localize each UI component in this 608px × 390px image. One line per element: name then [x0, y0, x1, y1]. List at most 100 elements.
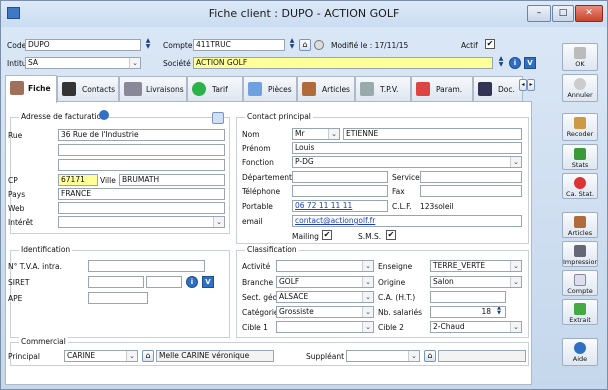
check-icon [574, 47, 586, 59]
chevron-down-icon[interactable]: ⌄ [362, 277, 373, 287]
societe-field[interactable]: ACTION GOLF [193, 57, 493, 69]
tab-param[interactable]: Param. [411, 76, 473, 102]
telephone-field[interactable] [292, 185, 388, 197]
extrait-button[interactable]: Extrait [562, 299, 598, 325]
rue-field-2[interactable] [58, 144, 225, 156]
prenom-field[interactable]: Louis [292, 142, 522, 154]
interet-select[interactable]: ⌄ [58, 216, 225, 228]
intitule-select[interactable]: SA ⌄ [25, 57, 141, 69]
globe-icon[interactable] [99, 110, 109, 120]
chevron-down-icon[interactable]: ⌄ [408, 351, 419, 361]
enseigne-select[interactable]: TERRE_VERTE ⌄ [430, 260, 522, 272]
tab-contacts[interactable]: Contacts [57, 76, 119, 102]
branche-select[interactable]: GOLF ⌄ [276, 276, 374, 288]
rue-field-1[interactable]: 36 Rue de l'Industrie [58, 129, 225, 141]
departement-field[interactable] [292, 171, 388, 183]
origine-select[interactable]: Salon ⌄ [430, 276, 522, 288]
societe-spin-icon[interactable]: ▲ ▼ [496, 56, 506, 69]
intitule-value: SA [28, 58, 39, 67]
ok-button[interactable]: OK [562, 43, 598, 71]
tab-fiche[interactable]: Fiche [5, 75, 57, 103]
chevron-down-icon[interactable]: ⌄ [362, 307, 373, 317]
tab-scroll-right-icon[interactable]: ▸ [527, 79, 535, 91]
chevron-down-icon[interactable]: ⌄ [510, 157, 521, 167]
nbsal-field[interactable]: 18 ▲ ▼ [430, 306, 506, 318]
email-link[interactable]: contact@actiongolf.fr [295, 216, 375, 225]
cible2-select[interactable]: 2-Chaud ⌄ [430, 321, 522, 333]
tab-articles[interactable]: Articles [297, 76, 355, 102]
maximize-button[interactable]: □ [552, 5, 574, 22]
close-button[interactable]: ✕ [575, 5, 603, 22]
sectgeo-select[interactable]: ALSACE ⌄ [276, 291, 374, 303]
ca-field[interactable] [430, 291, 506, 303]
compte-spin-icon[interactable]: ▲ ▼ [287, 38, 297, 51]
tab-pieces[interactable]: Pièces [243, 76, 297, 102]
chevron-down-icon[interactable]: ⌄ [362, 322, 373, 332]
tab-tarif[interactable]: Tarif [187, 76, 243, 102]
service-field[interactable] [420, 171, 522, 183]
chevron-down-icon[interactable]: ⌄ [213, 217, 224, 227]
map-icon[interactable] [212, 112, 224, 124]
tab-doc[interactable]: Doc. [473, 76, 523, 102]
chevron-down-icon[interactable]: ⌄ [129, 58, 140, 68]
cible1-select[interactable]: ⌄ [276, 321, 374, 333]
suppleant-home-icon[interactable]: ⌂ [424, 350, 436, 362]
code-spin-icon[interactable]: ▲ ▼ [143, 38, 153, 51]
articles-button[interactable]: Articles [562, 212, 598, 238]
categorie-select[interactable]: Grossiste ⌄ [276, 306, 374, 318]
fonction-select[interactable]: P-DG ⌄ [292, 156, 522, 168]
link-icon[interactable] [314, 40, 324, 50]
civilite-select[interactable]: Mr ⌄ [292, 128, 340, 140]
principal-home-icon[interactable]: ⌂ [142, 350, 154, 362]
chevron-down-icon[interactable]: ⌄ [328, 129, 339, 139]
tva-field[interactable] [88, 260, 205, 272]
chevron-down-icon[interactable]: ⌄ [362, 261, 373, 271]
identification-title: Identification [19, 245, 73, 254]
portable-link[interactable]: 06 72 11 11 11 [295, 201, 352, 210]
chevron-down-icon[interactable]: ⌄ [510, 261, 521, 271]
code-field[interactable]: DUPO [25, 39, 141, 51]
recoder-button[interactable]: Recoder [562, 113, 598, 141]
info-icon[interactable]: i [509, 57, 521, 69]
tab-label: Doc. [498, 85, 515, 94]
minimize-button[interactable]: – [527, 5, 551, 22]
nbsal-spin-icon[interactable]: ▲ ▼ [494, 307, 504, 317]
pie-chart-icon [574, 177, 586, 189]
suppleant-select[interactable]: ⌄ [346, 350, 420, 362]
ape-field[interactable] [88, 292, 148, 304]
actif-checkbox[interactable]: ✔ [485, 39, 495, 49]
compte-button[interactable]: Compte [562, 270, 598, 296]
tab-tpv[interactable]: T.P.V. [355, 76, 411, 102]
stats-button[interactable]: Stats [562, 144, 598, 170]
siret-v-button[interactable]: V [202, 276, 214, 288]
impression-button[interactable]: Impressior [562, 241, 598, 267]
chevron-down-icon[interactable]: ⌄ [126, 351, 137, 361]
pays-field[interactable]: FRANCE [58, 188, 225, 200]
sms-checkbox[interactable]: ✔ [386, 230, 396, 240]
v-button[interactable]: V [524, 57, 536, 69]
chevron-down-icon[interactable]: ⌄ [510, 277, 521, 287]
siret-info-icon[interactable]: i [186, 276, 198, 288]
home-icon[interactable]: ⌂ [299, 39, 311, 51]
fax-field[interactable] [420, 185, 522, 197]
tab-livraisons[interactable]: Livraisons [119, 76, 187, 102]
compte-field[interactable]: 411TRUC [193, 39, 285, 51]
activite-select[interactable]: ⌄ [276, 260, 374, 272]
tab-scroll-left-icon[interactable]: ◂ [519, 79, 527, 91]
nom-field[interactable]: ETIENNE [343, 128, 522, 140]
email-field[interactable]: contact@actiongolf.fr [292, 215, 522, 227]
principal-select[interactable]: CARINE ⌄ [64, 350, 138, 362]
annuler-button[interactable]: Annuler [562, 74, 598, 102]
siret-field-1[interactable] [88, 276, 144, 288]
aide-button[interactable]: Aide [562, 338, 598, 366]
chevron-down-icon[interactable]: ⌄ [510, 322, 521, 332]
castat-button[interactable]: Ca. Stat. [562, 173, 598, 199]
web-field[interactable] [58, 202, 225, 214]
mailing-checkbox[interactable]: ✔ [322, 230, 332, 240]
chevron-down-icon[interactable]: ⌄ [362, 292, 373, 302]
cp-field[interactable]: 67171 [58, 174, 98, 186]
portable-field[interactable]: 06 72 11 11 11 [292, 200, 388, 212]
siret-field-2[interactable] [146, 276, 182, 288]
rue-field-3[interactable] [58, 159, 225, 171]
ville-field[interactable]: BRUMATH [119, 174, 225, 186]
